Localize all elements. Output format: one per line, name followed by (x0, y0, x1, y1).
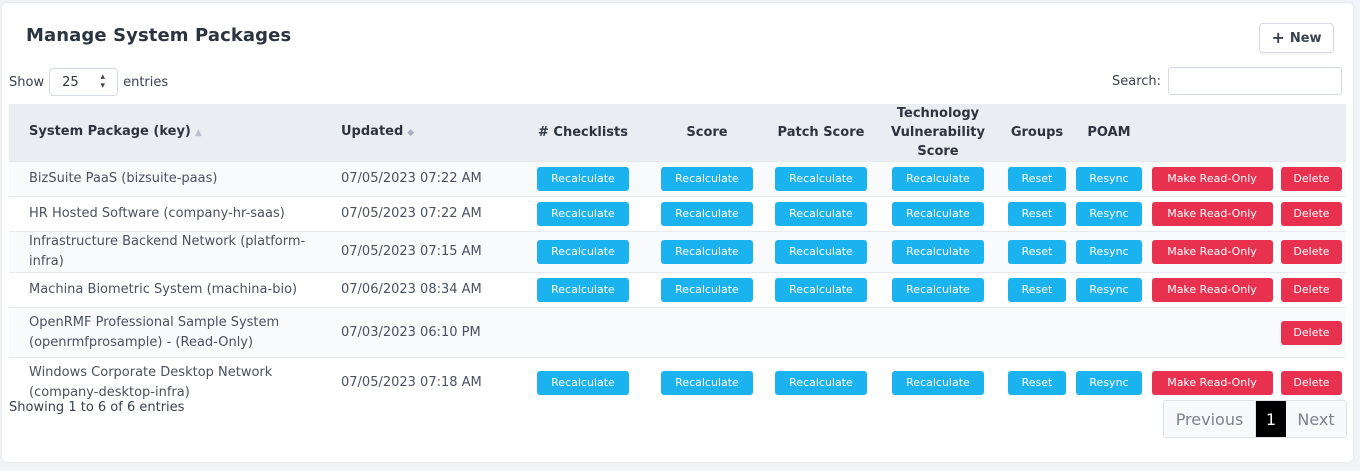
recalculate-patch-score-button[interactable]: Recalculate (775, 202, 867, 226)
updated-cell: 07/05/2023 07:22 AM (341, 171, 482, 186)
entries-length-control: Show 25 ▴ ▾ entries (9, 68, 168, 96)
reset-groups-button[interactable]: Reset (1008, 167, 1066, 191)
updated-cell: 07/05/2023 07:15 AM (341, 244, 482, 259)
recalculate-checklists-button[interactable]: Recalculate (537, 278, 629, 302)
resync-poam-button[interactable]: Resync (1076, 278, 1142, 302)
delete-button[interactable]: Delete (1281, 240, 1342, 264)
recalculate-score-button[interactable]: Recalculate (661, 278, 753, 302)
next-page-button[interactable]: Next (1286, 401, 1346, 437)
table-row: Windows Corporate Desktop Network (compan… (9, 357, 1346, 408)
sort-both-icon: ◆ (407, 128, 415, 138)
package-name: Windows Corporate Desktop Network (29, 364, 273, 380)
resync-poam-button[interactable]: Resync (1076, 240, 1142, 264)
recalculate-score-button[interactable]: Recalculate (661, 167, 753, 191)
package-name: BizSuite PaaS (bizsuite-paas) (29, 171, 218, 186)
recalculate-checklists-button[interactable]: Recalculate (537, 202, 629, 226)
column-header-package[interactable]: System Package (key) ▲ (9, 104, 333, 162)
previous-page-button[interactable]: Previous (1164, 401, 1256, 437)
column-header-tech-vuln-score: Technology Vulnerability Score (891, 106, 985, 159)
sort-asc-icon: ▲ (194, 128, 202, 138)
recalculate-checklists-button[interactable]: Recalculate (537, 240, 629, 264)
pagination: Previous 1 Next (1163, 400, 1347, 438)
recalculate-patch-score-button[interactable]: Recalculate (775, 167, 867, 191)
page-1-button[interactable]: 1 (1256, 401, 1286, 437)
recalculate-score-button[interactable]: Recalculate (661, 370, 753, 395)
table-row: OpenRMF Professional Sample System (openr… (9, 307, 1346, 358)
delete-button[interactable]: Delete (1281, 167, 1342, 191)
recalculate-checklists-button[interactable]: Recalculate (537, 167, 629, 191)
resync-poam-button[interactable]: Resync (1076, 167, 1142, 191)
column-header-delete (1277, 104, 1346, 162)
package-name-cell: HR Hosted Software (company-hr-saas) (9, 197, 333, 232)
reset-groups-button[interactable]: Reset (1008, 202, 1066, 226)
column-header-updated[interactable]: Updated ◆ (333, 104, 521, 162)
make-read-only-button[interactable]: Make Read-Only (1151, 370, 1273, 395)
resync-poam-button[interactable]: Resync (1076, 202, 1142, 226)
column-header-groups: Groups (1010, 125, 1064, 140)
package-name-cell: Infrastructure Backend Network (platform… (9, 232, 333, 273)
column-header-poam: POAM (1087, 125, 1131, 140)
column-header-read-only (1147, 104, 1277, 162)
new-package-button[interactable]: + New (1259, 23, 1334, 53)
updated-cell: 07/05/2023 07:22 AM (341, 206, 482, 221)
recalculate-patch-score-button[interactable]: Recalculate (775, 240, 867, 264)
recalculate-tech-vuln-score-button[interactable]: Recalculate (892, 240, 984, 264)
table-row: BizSuite PaaS (bizsuite-paas) 07/05/2023 … (9, 161, 1346, 197)
column-header-patch-score: Patch Score (777, 125, 865, 140)
package-name-cell: Machina Biometric System (machina-bio) (9, 273, 333, 308)
delete-button[interactable]: Delete (1281, 202, 1342, 226)
make-read-only-button[interactable]: Make Read-Only (1151, 278, 1273, 302)
table-header-row: System Package (key) ▲ Updated ◆ # Checkli… (9, 104, 1346, 162)
package-name: Infrastructure Backend Network (platform… (29, 234, 306, 269)
recalculate-score-button[interactable]: Recalculate (661, 240, 753, 264)
delete-button[interactable]: Delete (1281, 370, 1342, 395)
page-title: Manage System Packages (26, 25, 292, 46)
table-row: HR Hosted Software (company-hr-saas) 07/0… (9, 196, 1346, 232)
column-header-checklists: # Checklists (538, 125, 628, 140)
package-name: OpenRMF Professional Sample System (29, 314, 280, 330)
updated-cell: 07/03/2023 06:10 PM (341, 324, 481, 340)
resync-poam-button[interactable]: Resync (1076, 370, 1142, 395)
recalculate-score-button[interactable]: Recalculate (661, 202, 753, 226)
select-chevron-icon: ▴ ▾ (100, 72, 106, 91)
column-header-score: Score (686, 125, 728, 140)
recalculate-tech-vuln-score-button[interactable]: Recalculate (892, 278, 984, 302)
package-name: HR Hosted Software (company-hr-saas) (29, 206, 285, 221)
reset-groups-button[interactable]: Reset (1008, 370, 1066, 395)
package-name-cell: OpenRMF Professional Sample System (openr… (9, 308, 333, 358)
entries-per-page-value: 25 (62, 74, 79, 90)
delete-button[interactable]: Delete (1281, 320, 1342, 345)
recalculate-checklists-button[interactable]: Recalculate (537, 370, 629, 395)
delete-button[interactable]: Delete (1281, 278, 1342, 302)
updated-cell: 07/05/2023 07:18 AM (341, 374, 482, 390)
table-info: Showing 1 to 6 of 6 entries (9, 400, 185, 415)
make-read-only-button[interactable]: Make Read-Only (1151, 240, 1273, 264)
package-name-cell: BizSuite PaaS (bizsuite-paas) (9, 162, 333, 197)
updated-cell: 07/06/2023 08:34 AM (341, 282, 482, 297)
entries-label: entries (123, 74, 169, 90)
table-row: Machina Biometric System (machina-bio) 07… (9, 272, 1346, 308)
reset-groups-button[interactable]: Reset (1008, 278, 1066, 302)
search-input[interactable] (1168, 67, 1343, 95)
search-label: Search: (1112, 73, 1162, 89)
recalculate-patch-score-button[interactable]: Recalculate (775, 278, 867, 302)
table-row: Infrastructure Backend Network (platform… (9, 231, 1346, 273)
recalculate-tech-vuln-score-button[interactable]: Recalculate (892, 167, 984, 191)
new-button-label: New (1289, 30, 1322, 46)
plus-icon: + (1271, 28, 1285, 47)
recalculate-tech-vuln-score-button[interactable]: Recalculate (892, 370, 984, 395)
package-key: (openrmfprosample) - (Read-Only) (29, 334, 254, 350)
search-control: Search: (1112, 67, 1343, 95)
package-name: Machina Biometric System (machina-bio) (29, 282, 298, 297)
package-key: (company-desktop-infra) (29, 384, 190, 400)
show-label: Show (9, 74, 45, 90)
packages-table: System Package (key) ▲ Updated ◆ # Checkli… (9, 104, 1346, 408)
entries-per-page-select[interactable]: 25 ▴ ▾ (49, 68, 119, 96)
make-read-only-button[interactable]: Make Read-Only (1151, 202, 1273, 226)
recalculate-patch-score-button[interactable]: Recalculate (775, 370, 867, 395)
reset-groups-button[interactable]: Reset (1008, 240, 1066, 264)
recalculate-tech-vuln-score-button[interactable]: Recalculate (892, 202, 984, 226)
make-read-only-button[interactable]: Make Read-Only (1151, 167, 1273, 191)
